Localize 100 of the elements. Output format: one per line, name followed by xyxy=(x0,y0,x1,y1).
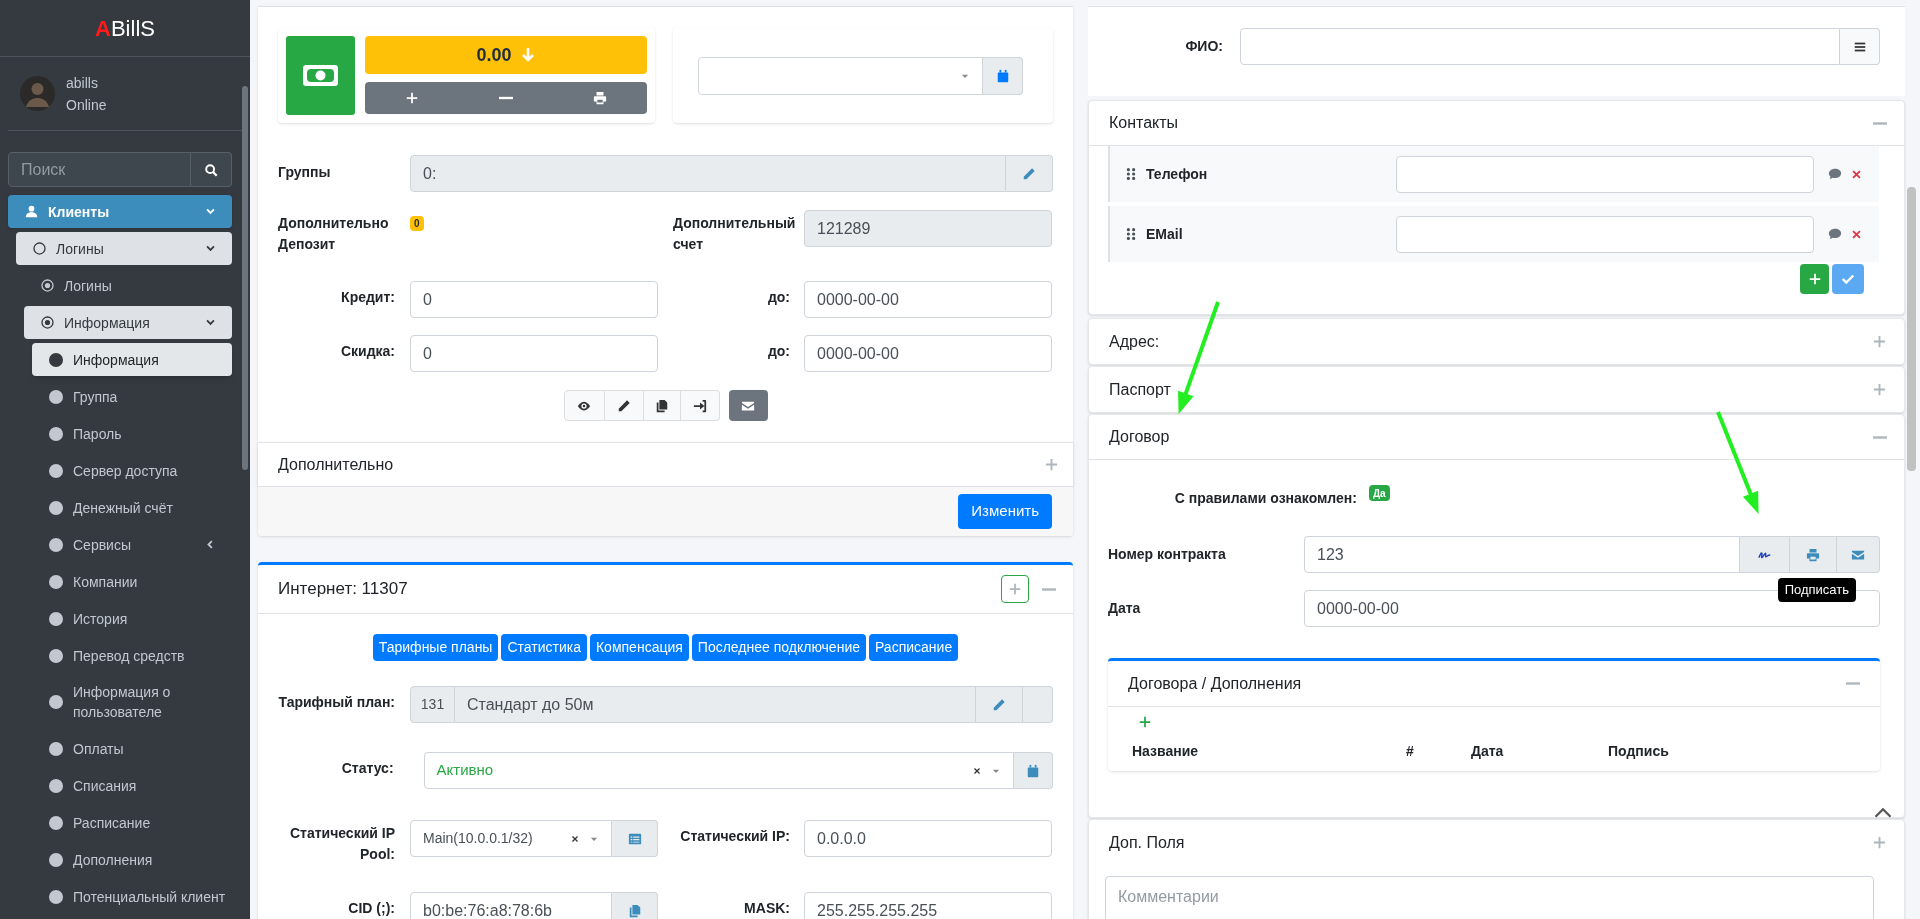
input-field[interactable]: Стандарт до 50м xyxy=(455,686,976,723)
input-field[interactable] xyxy=(1396,215,1814,253)
input-field[interactable]: 0 xyxy=(410,281,658,318)
copy-icon xyxy=(627,903,642,918)
list-button[interactable] xyxy=(612,820,658,857)
sign-button[interactable] xyxy=(1740,536,1790,573)
tab-button[interactable]: Статистика xyxy=(501,634,587,661)
menu-item[interactable]: Сервисы xyxy=(32,528,232,561)
chevron-down-icon xyxy=(205,206,216,217)
menu-item[interactable]: Денежный счёт xyxy=(32,491,232,524)
sign-in-icon xyxy=(692,398,707,413)
save-button[interactable]: Изменить xyxy=(958,494,1052,529)
arrow-down-icon xyxy=(519,46,536,64)
search-button[interactable] xyxy=(191,152,232,187)
mail-button[interactable] xyxy=(1837,536,1880,573)
input-addon xyxy=(1023,686,1053,723)
circle-icon xyxy=(49,852,63,867)
pool-select[interactable]: Main(10.0.0.1/32) xyxy=(410,820,612,857)
menu-item[interactable]: Потенциальный клиент xyxy=(32,880,232,913)
menu-item[interactable]: Оплаты xyxy=(32,732,232,765)
tab-button[interactable]: Расписание xyxy=(869,634,959,661)
input-field[interactable] xyxy=(1240,28,1840,65)
panel-title: Дополнительно xyxy=(278,454,394,475)
input-field[interactable]: 255.255.255.255 xyxy=(804,892,1052,919)
field-label: Дополнительный счет xyxy=(672,214,797,251)
menu-item[interactable]: Списания xyxy=(32,769,232,802)
tab-button[interactable]: Последнее подключение xyxy=(691,634,866,661)
input-field[interactable]: 0.0.0.0 xyxy=(804,820,1052,857)
menu-item[interactable]: Компании xyxy=(32,565,232,598)
menu-item[interactable]: Перевод средств xyxy=(32,639,232,672)
calendar-icon xyxy=(1026,763,1041,778)
card-title: Договора / Дополнения xyxy=(1128,673,1302,694)
tab-button[interactable]: Компенсация xyxy=(589,634,689,661)
print-button[interactable] xyxy=(1790,536,1837,573)
menu-item[interactable]: Дополнения xyxy=(32,843,232,876)
search-field[interactable]: Поиск xyxy=(8,152,191,187)
input-field[interactable]: 123 xyxy=(1304,536,1740,573)
list-icon xyxy=(627,831,642,846)
edit-button[interactable] xyxy=(604,390,644,421)
tooltip: Подписать xyxy=(1777,578,1856,602)
comment-icon xyxy=(1828,227,1842,241)
field-label: CID (;): xyxy=(347,899,396,918)
calendar-button[interactable] xyxy=(983,56,1023,95)
menu-item[interactable]: Группа xyxy=(32,380,232,413)
field-label: Тарифный план: xyxy=(278,693,396,712)
scrollbar-thumb[interactable] xyxy=(1907,187,1916,471)
add-button[interactable] xyxy=(1800,264,1829,294)
input-addon: 131 xyxy=(410,686,455,723)
circle-icon xyxy=(49,389,63,404)
circle-icon xyxy=(49,778,63,793)
print-button[interactable] xyxy=(553,82,647,114)
scrollbar-thumb[interactable] xyxy=(242,86,248,470)
add-button[interactable] xyxy=(1001,575,1029,603)
menu-item[interactable]: История xyxy=(32,602,232,635)
field-label: ФИО: xyxy=(1184,37,1224,56)
login-button[interactable] xyxy=(680,390,720,421)
user-name: abills xyxy=(66,73,99,93)
menu-item[interactable]: Сервер доступа xyxy=(32,454,232,487)
input-field[interactable]: 0: xyxy=(410,155,1006,192)
menu-item[interactable]: Информация о пользователе xyxy=(32,676,232,728)
mail-button[interactable] xyxy=(728,390,768,421)
tab-button[interactable]: Тарифные планы xyxy=(372,634,499,661)
menu-item[interactable]: Расписание xyxy=(32,806,232,839)
menu-item[interactable]: Логины xyxy=(16,232,232,265)
circle-icon xyxy=(49,463,63,478)
input-field[interactable]: b0:be:76:a8:78:6b xyxy=(410,892,612,919)
menu-item[interactable]: Информация xyxy=(32,343,232,376)
input-field[interactable]: 0000-00-00 xyxy=(804,281,1052,318)
close-icon xyxy=(1851,228,1862,240)
comment-field[interactable]: Комментарии xyxy=(1105,876,1874,919)
calendar-button[interactable] xyxy=(1014,752,1053,789)
menu-item[interactable]: Логины xyxy=(24,269,232,302)
field-label: MASK: xyxy=(743,899,791,918)
circle-icon xyxy=(49,352,63,367)
input-field[interactable]: 0 xyxy=(410,335,658,372)
print-icon xyxy=(593,91,607,105)
input-field[interactable]: 0000-00-00 xyxy=(804,335,1052,372)
add-button[interactable] xyxy=(1138,715,1152,729)
menu-item[interactable]: Пароль xyxy=(32,417,232,450)
confirm-button[interactable] xyxy=(1832,264,1864,294)
menu-item[interactable]: Информация xyxy=(24,306,232,339)
column-header: Название xyxy=(1132,741,1200,761)
menu-item[interactable]: Клиенты xyxy=(8,195,232,228)
input-field[interactable]: 121289 xyxy=(804,210,1052,247)
minus-icon xyxy=(1042,587,1056,591)
drag-handle-icon xyxy=(1124,227,1138,241)
plus-icon xyxy=(1008,582,1022,596)
field-label: Группы xyxy=(278,163,332,182)
chevron-down-icon xyxy=(205,317,216,328)
copy-button[interactable] xyxy=(643,390,681,421)
money-icon xyxy=(286,36,355,115)
copy-icon xyxy=(654,398,669,413)
field-label: до: xyxy=(766,288,791,307)
plus-icon xyxy=(1138,715,1152,729)
field-label: Дополнительно Депозит xyxy=(278,214,390,251)
input-field[interactable] xyxy=(1396,155,1814,193)
column-header: Дата xyxy=(1471,741,1505,761)
menu-button[interactable] xyxy=(1840,28,1880,65)
close-icon xyxy=(1851,168,1862,180)
view-button[interactable] xyxy=(563,390,605,421)
